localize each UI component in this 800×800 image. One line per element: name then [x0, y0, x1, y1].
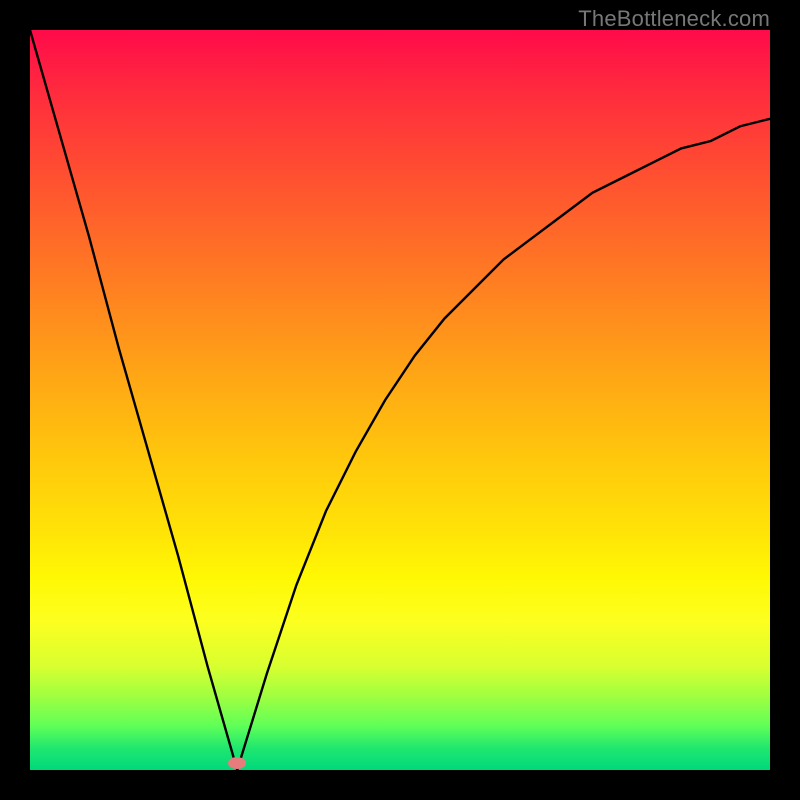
- watermark-text: TheBottleneck.com: [578, 6, 770, 32]
- optimum-marker: [228, 757, 246, 769]
- chart-frame: TheBottleneck.com: [0, 0, 800, 800]
- curve-path: [30, 30, 770, 770]
- bottleneck-curve: [30, 30, 770, 770]
- plot-area: [30, 30, 770, 770]
